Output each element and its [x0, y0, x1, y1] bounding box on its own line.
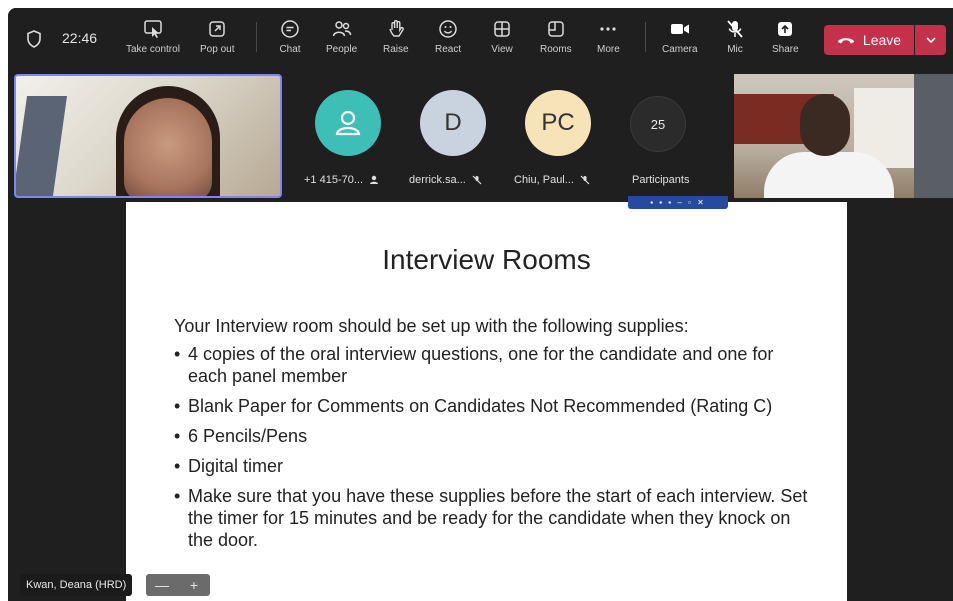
leave-button[interactable]: Leave: [824, 25, 914, 55]
video-tile-remote[interactable]: [734, 74, 953, 198]
more-button[interactable]: More: [597, 14, 620, 64]
participant-name: derrick.sa...: [409, 174, 466, 186]
people-label: People: [326, 44, 358, 55]
background-window: [16, 96, 68, 196]
avatar-initials: PC: [541, 109, 575, 136]
more-options-icon: [597, 18, 619, 40]
participant-label: derrick.sa...: [409, 172, 482, 188]
share-label: Share: [772, 44, 799, 55]
participant-label: Chiu, Paul...: [514, 172, 590, 188]
take-control-label: Take control: [126, 44, 180, 55]
react-button[interactable]: React: [435, 14, 461, 64]
take-control-button[interactable]: Take control: [126, 14, 180, 64]
slide-bullet: Blank Paper for Comments on Candidates N…: [174, 395, 814, 417]
person-face: [800, 94, 850, 156]
slide-intro: Your Interview room should be set up wit…: [174, 316, 689, 336]
zoom-out-button[interactable]: —: [150, 577, 174, 593]
mic-muted-icon: [580, 175, 590, 185]
people-icon: [331, 18, 353, 40]
view-button[interactable]: View: [491, 14, 513, 64]
sharing-control-bar[interactable]: ▪ ▪ ▪ – ▫ ✕: [628, 196, 728, 209]
avatar-paul-chiu[interactable]: PC: [525, 90, 591, 156]
camera-button[interactable]: Camera: [662, 14, 698, 64]
react-label: React: [435, 44, 462, 55]
phone-icon: [370, 175, 379, 184]
toolbar-divider: [645, 22, 646, 52]
raise-hand-button[interactable]: Raise: [383, 14, 409, 64]
person-icon: [335, 110, 361, 136]
background-cabinet: [914, 74, 953, 198]
pop-out-icon: [206, 18, 228, 40]
slide-bullet: Make sure that you have these supplies b…: [174, 485, 814, 551]
video-tile-self[interactable]: [14, 74, 282, 198]
share-button[interactable]: Share: [772, 14, 799, 64]
zoom-in-button[interactable]: +: [182, 577, 206, 593]
chat-icon: [279, 18, 301, 40]
participants-label-text: Participants: [632, 174, 690, 186]
meeting-toolbar: 22:46 Take control Pop out Chat People R…: [8, 8, 953, 72]
rooms-button[interactable]: Rooms: [540, 14, 572, 64]
presentation-slide: ▪ ▪ ▪ – ▫ ✕ Interview Rooms Your Intervi…: [126, 196, 847, 601]
person-body: [764, 152, 894, 198]
slide-bullet: 6 Pencils/Pens: [174, 425, 814, 447]
share-screen-icon: [774, 18, 796, 40]
slide-bullet-list: 4 copies of the oral interview questions…: [174, 343, 814, 559]
avatar-derrick[interactable]: D: [420, 90, 486, 156]
presenter-name-tag: Kwan, Deana (HRD): [20, 574, 133, 596]
participant-strip: +1 415-70... D derrick.sa... PC Chiu, Pa…: [8, 72, 953, 202]
raise-label: Raise: [383, 44, 409, 55]
slide-title: Interview Rooms: [382, 244, 591, 275]
breakout-rooms-icon: [545, 18, 567, 40]
shield-icon: [27, 30, 41, 48]
chat-button[interactable]: Chat: [279, 14, 301, 64]
zoom-controls: — +: [146, 574, 210, 596]
smiley-icon: [437, 18, 459, 40]
chevron-down-icon: [925, 37, 936, 44]
camera-label: Camera: [662, 44, 698, 55]
leave-options-button[interactable]: [915, 25, 946, 55]
take-control-icon: [142, 18, 164, 40]
slide-bullet: Digital timer: [174, 455, 814, 477]
rooms-label: Rooms: [540, 44, 572, 55]
avatar-initials: D: [444, 109, 462, 136]
leave-label: Leave: [862, 32, 902, 48]
view-label: View: [491, 44, 513, 55]
mic-label: Mic: [727, 44, 743, 55]
participant-name: Chiu, Paul...: [514, 174, 574, 186]
people-button[interactable]: People: [326, 14, 357, 64]
shared-content-stage: ▪ ▪ ▪ – ▫ ✕ Interview Rooms Your Intervi…: [8, 196, 953, 601]
slide-bullet: 4 copies of the oral interview questions…: [174, 343, 814, 387]
teams-meeting-window: 22:46 Take control Pop out Chat People R…: [8, 8, 953, 601]
more-label: More: [597, 44, 620, 55]
raise-hand-icon: [385, 18, 407, 40]
pop-out-button[interactable]: Pop out: [200, 14, 234, 64]
participants-count: 25: [650, 116, 666, 132]
avatar-phone-participant[interactable]: [315, 90, 381, 156]
participant-name: +1 415-70...: [304, 174, 364, 186]
phone-hangup-icon: [837, 38, 854, 44]
participants-count-label: Participants: [632, 172, 689, 188]
grid-view-icon: [491, 18, 513, 40]
chat-label: Chat: [279, 44, 301, 55]
mic-button[interactable]: Mic: [724, 14, 746, 64]
mic-muted-icon: [724, 18, 746, 40]
person-face: [124, 98, 212, 196]
mic-muted-icon: [472, 175, 482, 185]
meeting-timer: 22:46: [62, 30, 98, 46]
pop-out-label: Pop out: [200, 44, 235, 55]
toolbar-divider: [256, 22, 257, 52]
participant-label: +1 415-70...: [304, 172, 379, 188]
participants-count-button[interactable]: 25: [630, 96, 686, 152]
camera-icon: [669, 18, 691, 40]
